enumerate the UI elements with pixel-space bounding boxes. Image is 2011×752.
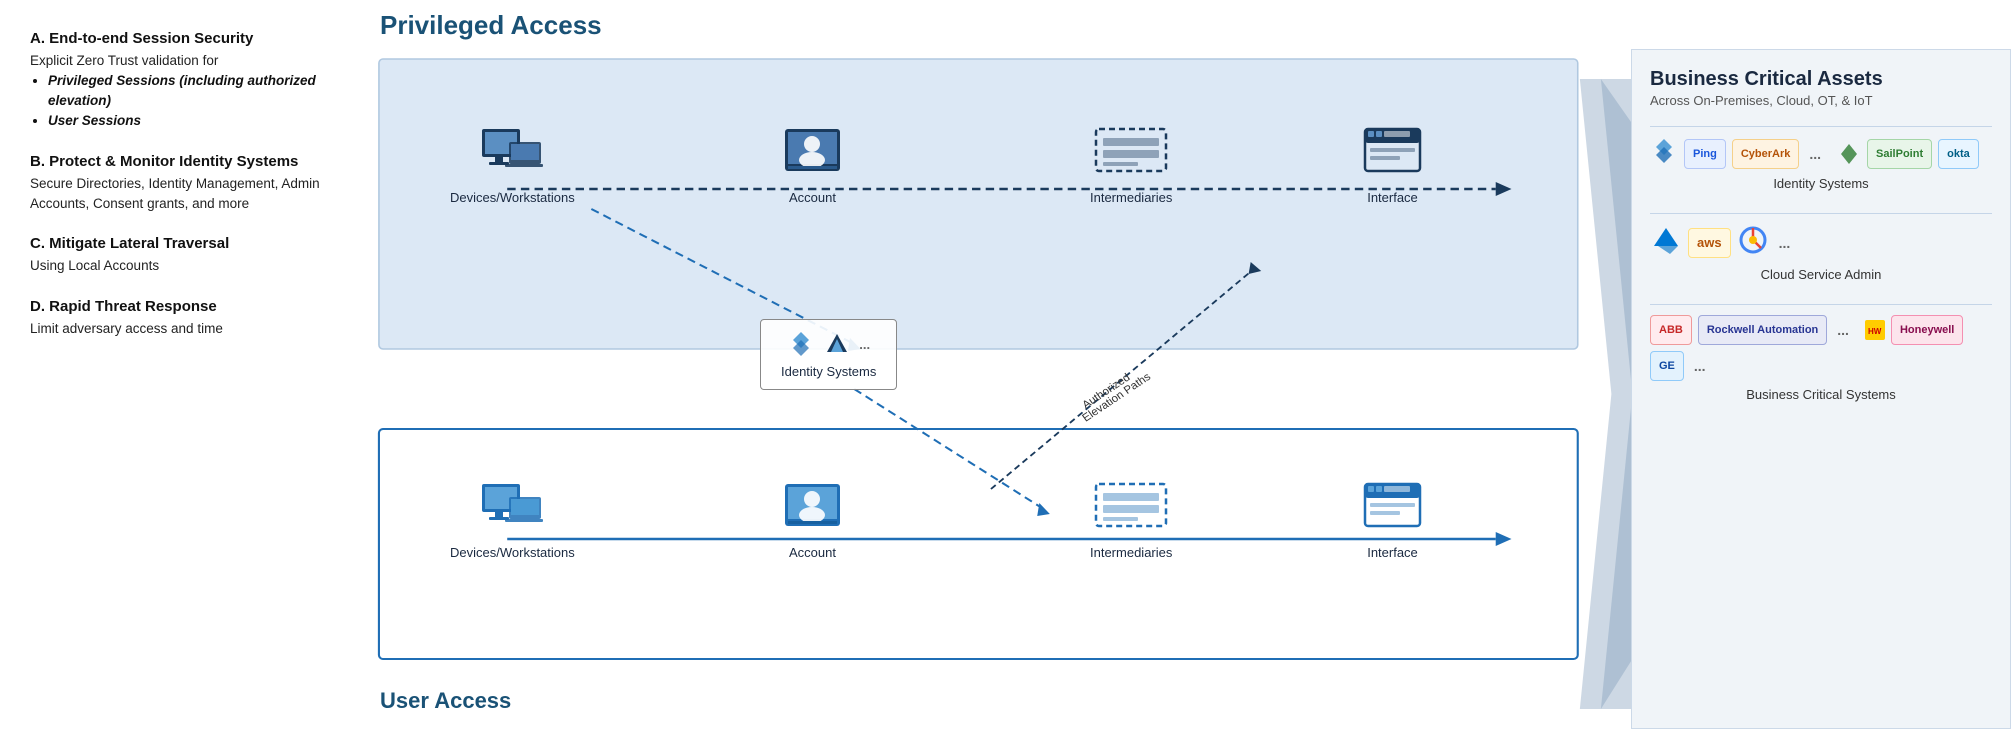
bca-panel: Business Critical Assets Across On-Premi… [1631,49,2011,729]
ping-logo [1650,137,1678,170]
user-account-label: Account [789,545,836,560]
priv-interface-label: Interface [1367,190,1418,205]
section-b-body: Secure Directories, Identity Management,… [30,174,330,213]
bca-cloud-logos: aws ... [1650,224,1992,261]
bca-critical-section: ABB Rockwell Automation ... HW Honeywell… [1650,315,1992,402]
identity-systems-label: Identity Systems [781,364,876,379]
bca-divider-3 [1650,304,1992,305]
user-devices-node: Devices/Workstations [450,479,575,560]
cyberark-badge: CyberArk [1732,139,1800,169]
sailpoint-badge: SailPoint [1867,139,1932,169]
identity-dots: ... [859,337,870,352]
identity-systems-box: ... Identity Systems [760,319,897,390]
left-panel: A. End-to-end Session Security Explicit … [0,0,360,752]
identity-more-dots: ... [1805,144,1825,164]
ge-badge: GE [1650,351,1684,381]
section-d: D. Rapid Threat Response Limit adversary… [30,298,330,339]
bca-critical-label: Business Critical Systems [1650,387,1992,402]
ping-badge: Ping [1684,139,1726,169]
aws-badge: aws [1688,228,1731,258]
okta-badge: okta [1938,139,1979,169]
section-d-title: D. Rapid Threat Response [30,298,330,315]
user-account-node: Account [780,479,845,560]
priv-devices-node: Devices/Workstations [450,124,575,205]
user-account-icon [780,479,845,539]
gcp-logo [1737,224,1769,261]
abb-badge: ABB [1650,315,1692,345]
priv-account-node: Account [780,124,845,205]
bca-cloud-section: aws ... Cloud Service Admin [1650,224,1992,282]
priv-intermediaries-node: Intermediaries [1090,124,1172,205]
bca-cloud-label: Cloud Service Admin [1650,267,1992,282]
diagram-container: Authorized Elevation Paths [360,49,2011,729]
section-a-bullets: Privileged Sessions (including authorize… [48,71,330,132]
bca-identity-logos: Ping CyberArk ... SailPoint okta [1650,137,1992,170]
user-intermediaries-label: Intermediaries [1090,545,1172,560]
cloud-more-dots: ... [1775,233,1795,253]
bullet-privileged: Privileged Sessions (including authorize… [48,71,330,112]
critical-more-dots-1: ... [1833,320,1853,340]
honeywell-badge: Honeywell [1891,315,1963,345]
section-a-body: Explicit Zero Trust validation for [30,51,330,71]
bca-divider-1 [1650,126,1992,127]
bullet-user-sessions: User Sessions [48,111,330,131]
priv-interface-icon [1360,124,1425,184]
bca-critical-logos: ABB Rockwell Automation ... HW Honeywell… [1650,315,1992,381]
user-interface-node: Interface [1360,479,1425,560]
honeywell-logo: HW [1865,320,1885,340]
user-interface-label: Interface [1367,545,1418,560]
identity-logos: ... [787,330,870,358]
section-b: B. Protect & Monitor Identity Systems Se… [30,153,330,213]
bca-identity-section: Ping CyberArk ... SailPoint okta Identit… [1650,137,1992,191]
sailpoint-logo [1837,142,1861,166]
section-c: C. Mitigate Lateral Traversal Using Loca… [30,235,330,276]
section-c-title: C. Mitigate Lateral Traversal [30,235,330,252]
section-c-body: Using Local Accounts [30,256,330,276]
priv-account-label: Account [789,190,836,205]
bca-title: Business Critical Assets [1650,68,1992,91]
privileged-access-title: Privileged Access [380,10,2011,41]
user-intermediaries-icon [1091,479,1171,539]
priv-devices-label: Devices/Workstations [450,190,575,205]
section-a: A. End-to-end Session Security Explicit … [30,30,330,131]
svg-text:HW: HW [1868,327,1882,336]
priv-intermediaries-icon [1091,124,1171,184]
bca-subtitle: Across On-Premises, Cloud, OT, & IoT [1650,93,1992,108]
user-devices-label: Devices/Workstations [450,545,575,560]
user-devices-icon [477,479,547,539]
critical-more-dots-2: ... [1690,356,1710,376]
azure-logo [1650,226,1682,259]
rockwell-badge: Rockwell Automation [1698,315,1827,345]
bca-identity-label: Identity Systems [1650,176,1992,191]
user-intermediaries-node: Intermediaries [1090,479,1172,560]
section-d-body: Limit adversary access and time [30,319,330,339]
user-interface-icon [1360,479,1425,539]
priv-devices-icon [477,124,547,184]
section-a-title: A. End-to-end Session Security [30,30,330,47]
priv-interface-node: Interface [1360,124,1425,205]
main-diagram-area: Privileged Access Au [360,0,2011,752]
priv-account-icon [780,124,845,184]
bca-divider-2 [1650,213,1992,214]
section-b-title: B. Protect & Monitor Identity Systems [30,153,330,170]
priv-intermediaries-label: Intermediaries [1090,190,1172,205]
